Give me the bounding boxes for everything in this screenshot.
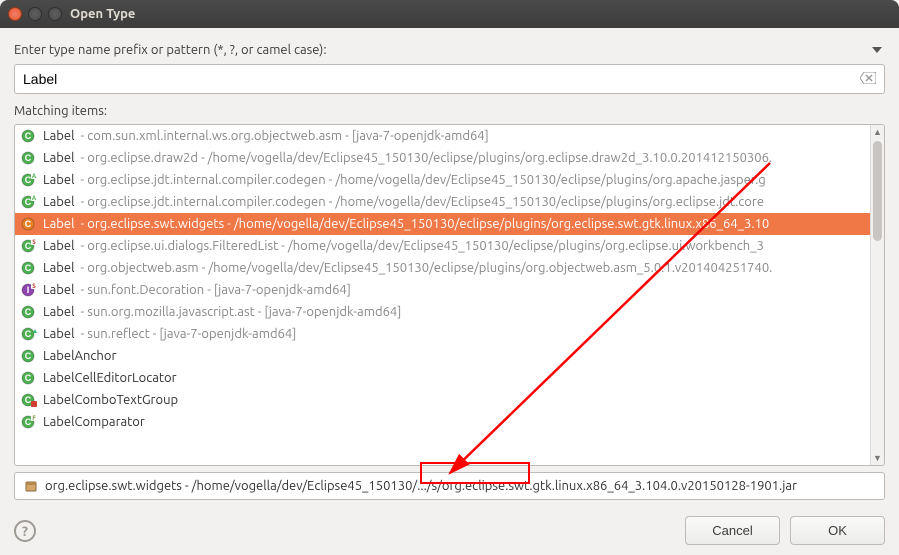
dialog-buttons: Cancel OK xyxy=(685,516,885,545)
close-button[interactable] xyxy=(8,7,22,21)
minimize-button[interactable] xyxy=(28,7,42,21)
svg-text:C: C xyxy=(25,417,32,427)
class-green-icon: C xyxy=(21,128,37,144)
item-name: LabelComparator xyxy=(43,415,145,429)
item-detail: - org.objectweb.asm - /home/vogella/dev/… xyxy=(81,261,773,275)
class-green-icon: C xyxy=(21,150,37,166)
footer: ? Cancel OK xyxy=(14,516,885,545)
item-name: LabelCellEditorLocator xyxy=(43,371,177,385)
list-item[interactable]: C LabelAnchor xyxy=(15,345,884,367)
list-item[interactable]: C F LabelComparator xyxy=(15,411,884,433)
prompt-label: Enter type name prefix or pattern (*, ?,… xyxy=(14,43,327,57)
list-item[interactable]: C A Label - org.eclipse.jdt.internal.com… xyxy=(15,191,884,213)
svg-text:C: C xyxy=(25,219,32,229)
scrollbar[interactable]: ▲ ▼ xyxy=(870,125,884,465)
list-item[interactable]: C LabelCellEditorLocator xyxy=(15,367,884,389)
item-name: Label xyxy=(43,195,75,209)
svg-text:C: C xyxy=(25,329,32,339)
class-green-a-icon: C A xyxy=(21,172,37,188)
item-detail: - org.eclipse.jdt.internal.compiler.code… xyxy=(81,195,765,209)
item-name: Label xyxy=(43,283,75,297)
item-name: LabelAnchor xyxy=(43,349,116,363)
item-name: Label xyxy=(43,305,75,319)
item-name: LabelComboTextGroup xyxy=(43,393,178,407)
status-bar: org.eclipse.swt.widgets - /home/vogella/… xyxy=(14,472,885,500)
svg-text:S: S xyxy=(32,283,36,290)
dialog-body: Enter type name prefix or pattern (*, ?,… xyxy=(0,28,899,555)
item-name: Label xyxy=(43,327,75,341)
svg-text:C: C xyxy=(25,153,32,163)
search-input-wrap[interactable] xyxy=(14,64,885,94)
item-detail: - org.eclipse.swt.widgets - /home/vogell… xyxy=(81,217,770,231)
class-green-a-icon: C A xyxy=(21,194,37,210)
list-item[interactable]: C A Label - org.eclipse.jdt.internal.com… xyxy=(15,169,884,191)
item-name: Label xyxy=(43,261,75,275)
list-item[interactable]: C Label - com.sun.xml.internal.ws.org.ob… xyxy=(15,125,884,147)
scrollbar-thumb[interactable] xyxy=(873,141,882,241)
results-list[interactable]: C Label - com.sun.xml.internal.ws.org.ob… xyxy=(14,124,885,466)
item-name: Label xyxy=(43,239,75,253)
svg-text:C: C xyxy=(25,307,32,317)
item-name: Label xyxy=(43,129,75,143)
svg-text:C: C xyxy=(25,351,32,361)
class-purple-s-icon: I S xyxy=(21,282,37,298)
class-green-f-icon: C F xyxy=(21,414,37,430)
svg-text:C: C xyxy=(25,197,32,207)
class-up-icon: C xyxy=(21,326,37,342)
jar-icon xyxy=(23,478,39,494)
class-orange-icon: C xyxy=(21,216,37,232)
svg-text:C: C xyxy=(25,131,32,141)
list-item[interactable]: C S Label - org.eclipse.ui.dialogs.Filte… xyxy=(15,235,884,257)
list-item[interactable]: C Label - org.eclipse.draw2d - /home/vog… xyxy=(15,147,884,169)
status-text: org.eclipse.swt.widgets - /home/vogella/… xyxy=(45,479,797,493)
scroll-up-icon[interactable]: ▲ xyxy=(871,125,884,139)
class-green-icon: C xyxy=(21,260,37,276)
list-item[interactable]: C Label - org.eclipse.swt.widgets - /hom… xyxy=(15,213,884,235)
svg-text:I: I xyxy=(27,285,30,295)
svg-text:C: C xyxy=(25,241,32,251)
help-icon[interactable]: ? xyxy=(14,520,36,542)
list-item[interactable]: C Label - org.objectweb.asm - /home/voge… xyxy=(15,257,884,279)
clear-icon[interactable] xyxy=(860,71,876,87)
class-green-s-icon: C S xyxy=(21,238,37,254)
menu-dropdown-icon[interactable] xyxy=(869,42,885,58)
list-item[interactable]: C Label - sun.reflect - [java-7-openjdk-… xyxy=(15,323,884,345)
list-item[interactable]: I S Label - sun.font.Decoration - [java-… xyxy=(15,279,884,301)
titlebar: Open Type xyxy=(0,0,899,28)
window-title: Open Type xyxy=(70,7,135,21)
svg-text:C: C xyxy=(25,175,32,185)
cancel-button[interactable]: Cancel xyxy=(685,516,780,545)
prompt-row: Enter type name prefix or pattern (*, ?,… xyxy=(14,42,885,58)
list-item[interactable]: C Label - sun.org.mozilla.javascript.ast… xyxy=(15,301,884,323)
item-detail: - org.eclipse.draw2d - /home/vogella/dev… xyxy=(81,151,773,165)
class-green-icon: C xyxy=(21,370,37,386)
svg-text:C: C xyxy=(25,395,32,405)
window-buttons xyxy=(8,7,62,21)
maximize-button[interactable] xyxy=(48,7,62,21)
svg-text:C: C xyxy=(25,263,32,273)
item-detail: - sun.reflect - [java-7-openjdk-amd64] xyxy=(81,327,297,341)
list-item[interactable]: C LabelComboTextGroup xyxy=(15,389,884,411)
item-detail: - sun.font.Decoration - [java-7-openjdk-… xyxy=(81,283,351,297)
search-input[interactable] xyxy=(23,71,854,87)
item-detail: - com.sun.xml.internal.ws.org.objectweb.… xyxy=(81,129,489,143)
item-detail: - org.eclipse.ui.dialogs.FilteredList - … xyxy=(81,239,764,253)
item-name: Label xyxy=(43,173,75,187)
item-detail: - sun.org.mozilla.javascript.ast - [java… xyxy=(81,305,402,319)
ok-button[interactable]: OK xyxy=(790,516,885,545)
svg-text:S: S xyxy=(32,239,36,246)
item-name: Label xyxy=(43,151,75,165)
item-name: Label xyxy=(43,217,75,231)
class-green-icon: C xyxy=(21,304,37,320)
class-green-icon: C xyxy=(21,348,37,364)
item-detail: - org.eclipse.jdt.internal.compiler.code… xyxy=(81,173,766,187)
svg-text:C: C xyxy=(25,373,32,383)
matching-label: Matching items: xyxy=(14,104,885,118)
scroll-down-icon[interactable]: ▼ xyxy=(871,451,884,465)
class-red-icon: C xyxy=(21,392,37,408)
